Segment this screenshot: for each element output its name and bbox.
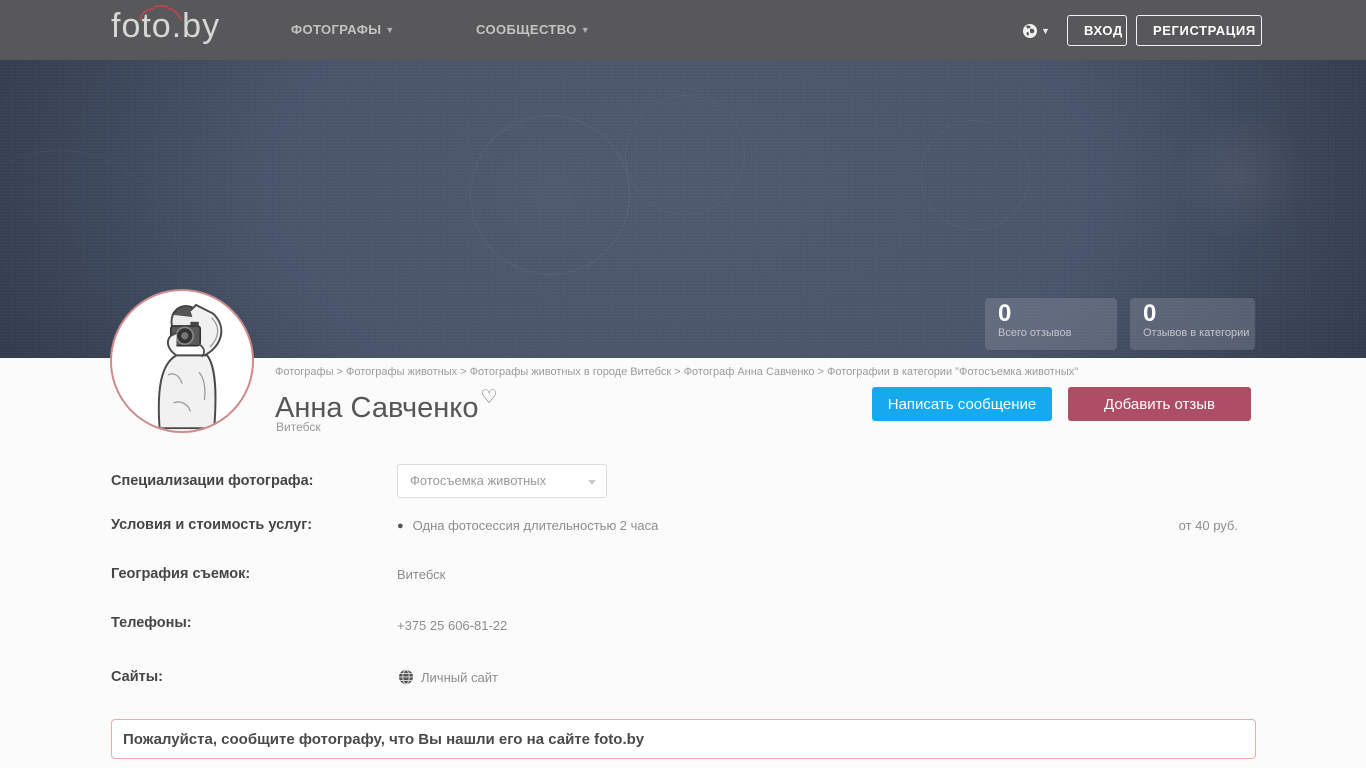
notice-text: Пожалуйста, сообщите фотографу, что Вы н…: [123, 731, 644, 748]
sites-label: Сайты:: [111, 669, 163, 685]
stat-category-reviews[interactable]: 0 Отзывов в категории: [1130, 298, 1255, 350]
nav-item-label: СООБЩЕСТВО: [476, 22, 577, 37]
chevron-down-icon: [588, 480, 596, 485]
bullet-icon: ●: [397, 520, 404, 532]
personal-site-label: Личный сайт: [421, 670, 498, 685]
top-navbar: foto.by ФОТОГРАФЫ▼ СООБЩЕСТВО▼ ▼ ВХОД РЕ…: [0, 0, 1366, 60]
chevron-down-icon: ▼: [581, 25, 590, 35]
heart-icon[interactable]: ♡: [480, 387, 497, 408]
pricing-item-text: Одна фотосессия длительностью 2 часа: [413, 518, 659, 533]
nav-item-label: ФОТОГРАФЫ: [291, 22, 381, 37]
bokeh-circle: [920, 120, 1030, 230]
bokeh-circle: [1175, 110, 1305, 240]
phone-number: +375 25 606-81-22: [397, 618, 507, 633]
specializations-label: Специализации фотографа:: [111, 473, 313, 489]
stat-label: Отзывов в категории: [1143, 327, 1255, 339]
phones-label: Телефоны:: [111, 615, 192, 631]
photographer-city: Витебск: [276, 420, 321, 434]
chevron-down-icon: ▼: [1041, 26, 1050, 36]
login-button[interactable]: ВХОД: [1067, 15, 1127, 46]
nav-item-photographers[interactable]: ФОТОГРАФЫ ▼: [291, 0, 395, 60]
notice-banner: Пожалуйста, сообщите фотографу, что Вы н…: [111, 719, 1256, 759]
globe-icon: [398, 669, 414, 685]
geography-value: Витебск: [397, 567, 445, 582]
stat-value: 0: [998, 301, 1117, 327]
write-message-button[interactable]: Написать сообщение: [872, 387, 1052, 421]
bokeh-circle: [470, 115, 630, 275]
bokeh-circle: [625, 95, 745, 215]
photographer-sketch-illustration: [112, 291, 252, 431]
stat-value: 0: [1143, 301, 1255, 327]
personal-site-link[interactable]: Личный сайт: [398, 669, 498, 685]
nav-item-community[interactable]: СООБЩЕСТВО ▼: [476, 0, 590, 60]
language-selector[interactable]: ▼: [1022, 22, 1052, 40]
register-button[interactable]: РЕГИСТРАЦИЯ: [1136, 15, 1262, 46]
chevron-down-icon: ▼: [385, 25, 394, 35]
avatar[interactable]: [110, 289, 254, 433]
logo-camera-icon: [137, 5, 183, 21]
specialization-selected-value: Фотосъемка животных: [410, 473, 546, 488]
geography-label: География съемок:: [111, 566, 250, 582]
pricing-value: от 40 руб.: [1179, 518, 1238, 533]
stat-total-reviews[interactable]: 0 Всего отзывов: [985, 298, 1117, 350]
globe-icon: [1022, 23, 1038, 39]
stat-label: Всего отзывов: [998, 327, 1117, 339]
pricing-label: Условия и стоимость услуг:: [111, 517, 312, 533]
breadcrumb[interactable]: Фотографы > Фотографы животных > Фотогра…: [275, 366, 1078, 378]
pricing-item: ● Одна фотосессия длительностью 2 часа: [397, 518, 658, 533]
specialization-select[interactable]: Фотосъемка животных: [397, 464, 607, 498]
add-review-button[interactable]: Добавить отзыв: [1068, 387, 1251, 421]
